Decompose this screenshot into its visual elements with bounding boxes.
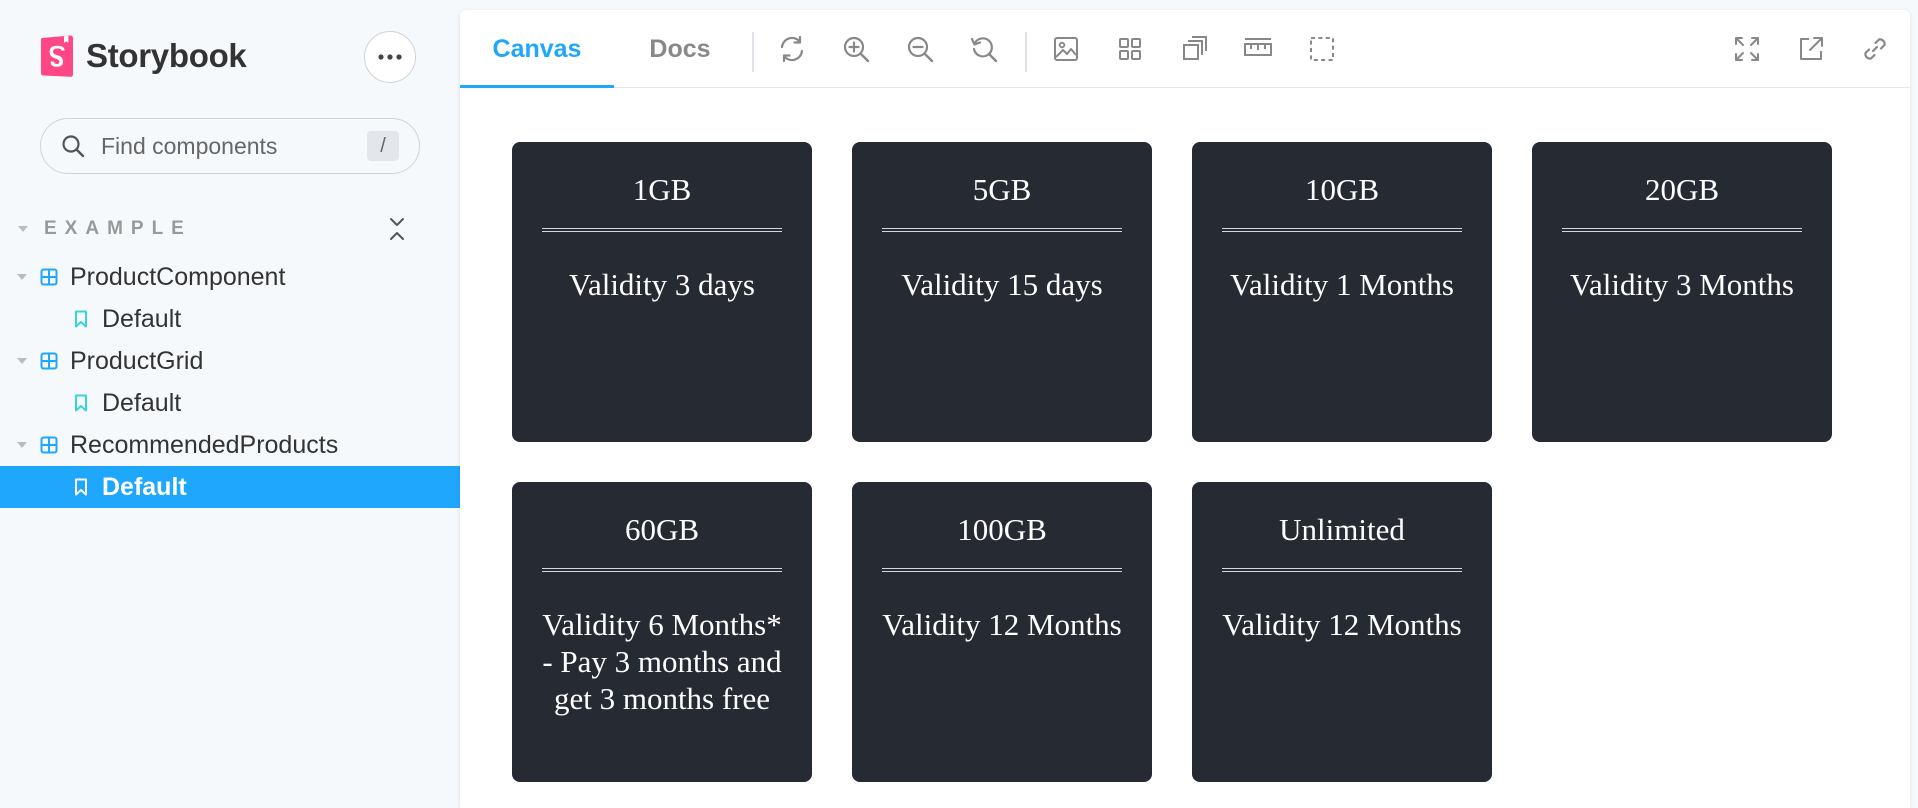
card-divider — [1222, 568, 1462, 572]
sidebar-story-productgrid-default[interactable]: Default — [0, 382, 460, 424]
toolbar-divider — [752, 32, 754, 72]
outline-icon[interactable] — [1179, 34, 1209, 64]
product-card: 60GB Validity 6 Months* - Pay 3 months a… — [512, 482, 812, 782]
caret-down-icon — [18, 226, 28, 232]
card-description: Validity 12 Months — [1222, 607, 1462, 642]
card-description: Validity 6 Months* - Pay 3 months and ge… — [542, 607, 782, 716]
card-description: Validity 3 days — [569, 267, 755, 302]
card-description: Validity 12 Months — [882, 607, 1122, 642]
group-label: EXAMPLE — [44, 218, 192, 239]
more-options-button[interactable] — [364, 31, 416, 83]
card-divider — [882, 228, 1122, 232]
sidebar-item-label: RecommendedProducts — [70, 430, 339, 459]
card-title: 20GB — [1644, 172, 1720, 207]
component-icon — [40, 268, 58, 286]
sidebar-story-productcomponent-default[interactable]: Default — [0, 298, 460, 340]
card-description: Validity 1 Months — [1230, 267, 1454, 302]
brand-name: Storybook — [86, 37, 247, 74]
card-description: Validity 3 Months — [1570, 267, 1794, 302]
collapse-all-icon[interactable] — [386, 216, 408, 242]
product-card: 20GB Validity 3 Months — [1532, 142, 1832, 442]
search-shortcut-key: / — [367, 131, 399, 161]
grid-icon[interactable] — [1115, 34, 1145, 64]
sync-icon[interactable] — [777, 34, 807, 64]
fullscreen-icon[interactable] — [1732, 34, 1762, 64]
sidebar-item-productgrid[interactable]: ProductGrid — [0, 340, 460, 382]
card-title: 60GB — [624, 512, 700, 547]
viewport-icon[interactable] — [1307, 34, 1337, 64]
bookmark-icon — [75, 310, 87, 328]
product-card: 1GB Validity 3 days — [512, 142, 812, 442]
product-card: Unlimited Validity 12 Months — [1192, 482, 1492, 782]
product-card: 100GB Validity 12 Months — [852, 482, 1152, 782]
background-icon[interactable] — [1051, 34, 1081, 64]
caret-down-icon — [17, 442, 27, 448]
component-icon — [40, 436, 58, 454]
copy-link-icon[interactable] — [1860, 34, 1890, 64]
group-header-example[interactable]: EXAMPLE — [16, 214, 416, 244]
search-icon — [62, 135, 85, 158]
sidebar-item-productcomponent[interactable]: ProductComponent — [0, 256, 460, 298]
component-icon — [40, 352, 58, 370]
card-title: 100GB — [957, 512, 1047, 547]
caret-down-icon — [17, 358, 27, 364]
sidebar-item-label: Default — [102, 472, 187, 501]
search-input[interactable] — [99, 131, 353, 161]
toolbar: Canvas Docs — [460, 10, 1910, 89]
search-box[interactable]: / — [40, 118, 420, 174]
bookmark-icon — [75, 478, 87, 496]
open-new-tab-icon[interactable] — [1796, 34, 1826, 64]
card-title: 1GB — [632, 172, 692, 207]
card-divider — [1562, 228, 1802, 232]
toolbar-divider — [1025, 32, 1027, 72]
measure-icon[interactable] — [1243, 34, 1273, 64]
card-title: 10GB — [1304, 172, 1380, 207]
product-card: 5GB Validity 15 days — [852, 142, 1152, 442]
brand[interactable]: Storybook — [40, 34, 247, 78]
zoom-reset-icon[interactable] — [969, 34, 999, 64]
sidebar-item-label: ProductGrid — [70, 346, 204, 375]
sidebar-item-recommendedproducts[interactable]: RecommendedProducts — [0, 424, 460, 466]
card-description: Validity 15 days — [901, 267, 1103, 302]
caret-down-icon — [17, 274, 27, 280]
sidebar-story-recommendedproducts-default[interactable]: Default — [0, 466, 460, 508]
sidebar-item-label: Default — [102, 388, 182, 417]
sidebar-item-label: Default — [102, 304, 182, 333]
card-divider — [542, 568, 782, 572]
card-title: Unlimited — [1279, 512, 1405, 547]
card-divider — [1222, 228, 1462, 232]
zoom-out-icon[interactable] — [905, 34, 935, 64]
preview-panel: Canvas Docs 1GB Validity 3 days 5GB Vali… — [460, 10, 1910, 808]
card-divider — [542, 228, 782, 232]
bookmark-icon — [75, 394, 87, 412]
zoom-in-icon[interactable] — [841, 34, 871, 64]
product-card: 10GB Validity 1 Months — [1192, 142, 1492, 442]
sidebar-item-label: ProductComponent — [70, 262, 286, 291]
storybook-logo-icon — [41, 35, 73, 77]
sidebar: Storybook / EXAMPLE ProductComponent — [0, 0, 460, 808]
tab-canvas[interactable]: Canvas — [460, 10, 614, 89]
card-divider — [882, 568, 1122, 572]
ellipsis-icon — [378, 54, 402, 60]
story-canvas: 1GB Validity 3 days 5GB Validity 15 days… — [460, 88, 1910, 808]
card-title: 5GB — [972, 172, 1032, 207]
tab-docs[interactable]: Docs — [614, 10, 746, 88]
